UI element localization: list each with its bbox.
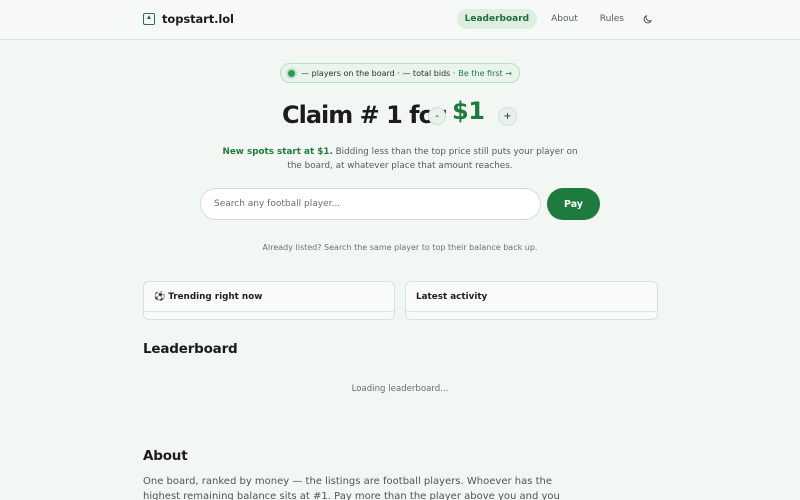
increase-price-button[interactable]: + [498, 107, 517, 126]
status-text: — players on the board · — total bids · [301, 68, 456, 78]
brand-name: topstart.lol [162, 12, 234, 26]
brand-link[interactable]: topstart.lol [143, 12, 234, 26]
leaderboard-title: Leaderboard [143, 341, 238, 357]
hero-subtext: New spots start at $1. Bidding less than… [222, 145, 578, 173]
pay-button[interactable]: Pay [547, 188, 600, 220]
price-amount: $1 [452, 97, 485, 125]
trending-title: Trending right now [168, 291, 263, 302]
hero-title-text: Claim # 1 for [282, 101, 446, 129]
main-nav: Leaderboard About Rules [456, 9, 653, 29]
leaderboard-loading: Loading leaderboard... [351, 384, 449, 394]
moon-icon[interactable] [642, 14, 653, 25]
activity-card: Latest activity [405, 281, 658, 320]
soccer-ball-icon: ⚽ [154, 291, 166, 302]
nav-rules[interactable]: Rules [592, 9, 632, 29]
top-header: topstart.lol Leaderboard About Rules [0, 0, 800, 40]
trending-card: ⚽ Trending right now [143, 281, 395, 320]
player-search-input[interactable] [200, 188, 541, 220]
nav-about[interactable]: About [543, 9, 586, 29]
nav-leaderboard[interactable]: Leaderboard [456, 9, 538, 29]
hero-title: Claim # 1 for [282, 97, 446, 133]
be-first-link[interactable]: Be the first → [458, 69, 512, 78]
about-text: One board, ranked by money — the listing… [143, 476, 560, 500]
activity-title: Latest activity [416, 291, 488, 302]
about-title: About [143, 448, 188, 464]
decrease-price-button[interactable]: - [428, 107, 446, 125]
search-hint: Already listed? Search the same player t… [262, 243, 538, 252]
activity-card-header: Latest activity [406, 282, 657, 312]
subtext-highlight: New spots start at $1. [222, 147, 333, 157]
trending-card-header: ⚽ Trending right now [144, 282, 394, 312]
logo-icon [143, 13, 155, 25]
status-pill: — players on the board · — total bids · … [280, 63, 520, 83]
live-dot-icon [288, 69, 296, 77]
